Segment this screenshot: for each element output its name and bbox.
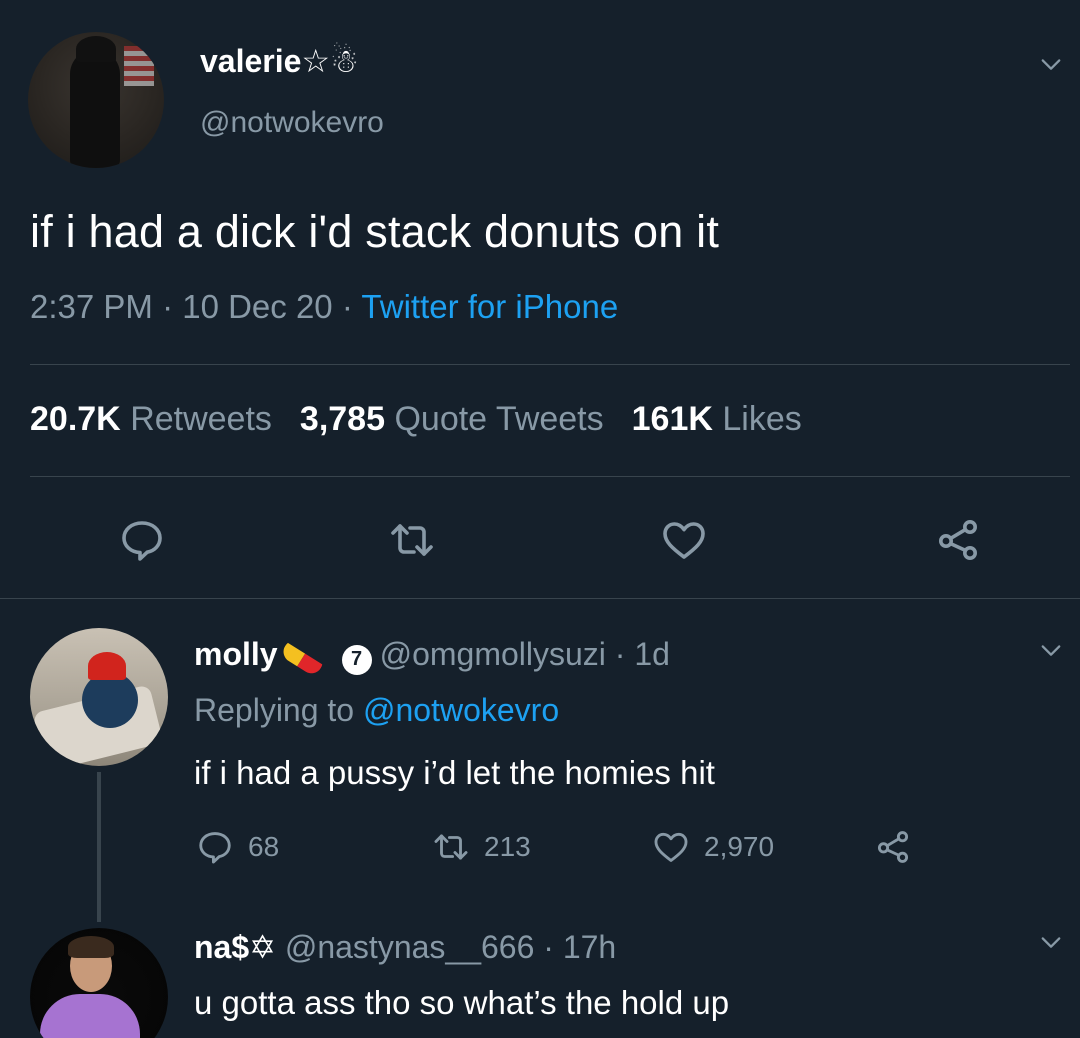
like-icon[interactable] <box>660 516 708 564</box>
reply-button[interactable]: 68 <box>196 828 279 866</box>
tweet-time-date: 2:37 PM · 10 Dec 20 · <box>30 288 353 325</box>
retweet-count: 213 <box>484 831 531 862</box>
retweet-icon[interactable] <box>388 516 436 564</box>
replying-to: Replying to @notwokevro <box>194 692 559 729</box>
retweets-label: Retweets <box>130 400 272 438</box>
likes-stat[interactable]: 161K Likes <box>632 400 830 438</box>
thread-line <box>97 772 101 922</box>
reply-header: na$✡ @nastynas__666 · 17h <box>194 928 616 966</box>
retweet-icon <box>434 834 468 860</box>
tweet-stats: 20.7K Retweets 3,785 Quote Tweets 161K Lik… <box>30 400 830 439</box>
quote-tweets-count: 3,785 <box>299 400 386 438</box>
reply-icon[interactable] <box>118 516 166 564</box>
like-icon <box>654 832 688 862</box>
divider <box>0 598 1080 599</box>
tweet-source-link[interactable]: Twitter for iPhone <box>361 288 618 325</box>
tweet-timestamp: 2:37 PM · 10 Dec 20 · Twitter for iPhone <box>30 288 618 326</box>
main-tweet-header: valerie☆☃ @notwokevro <box>28 32 1068 168</box>
share-icon <box>877 831 909 863</box>
number-badge: 7 <box>341 644 372 675</box>
quote-tweets-label: Quote Tweets <box>394 400 604 438</box>
divider <box>30 364 1070 365</box>
likes-label: Likes <box>722 400 802 438</box>
pill-emoji <box>278 636 326 678</box>
tweet-text: if i had a dick i'd stack donuts on it <box>30 206 720 257</box>
avatar[interactable] <box>30 628 168 766</box>
handle-time[interactable]: @omgmollysuzi · 1d <box>380 636 670 672</box>
reply-count: 68 <box>248 831 280 862</box>
reply-text: if i had a pussy i’d let the homies hit <box>194 754 715 791</box>
share-icon[interactable] <box>934 516 982 564</box>
retweets-stat[interactable]: 20.7K Retweets <box>30 400 300 438</box>
chevron-down-icon[interactable] <box>1040 640 1062 662</box>
share-button[interactable] <box>874 828 912 866</box>
avatar[interactable] <box>28 32 164 168</box>
display-name[interactable]: molly <box>194 636 278 672</box>
replying-to-label: Replying to <box>194 692 355 728</box>
handle[interactable]: @notwokevro <box>200 106 384 140</box>
display-name[interactable]: valerie☆☃ <box>200 42 359 80</box>
reply-header: molly 7 @omgmollysuzi · 1d <box>194 636 670 678</box>
reply-icon <box>199 832 231 864</box>
retweets-count: 20.7K <box>30 400 121 438</box>
likes-count: 161K <box>631 400 713 438</box>
avatar[interactable] <box>30 928 168 1038</box>
divider <box>30 476 1070 477</box>
like-count: 2,970 <box>704 831 775 862</box>
like-button[interactable]: 2,970 <box>652 828 774 866</box>
retweet-button[interactable]: 213 <box>432 828 531 866</box>
handle-time[interactable]: @nastynas__666 · 17h <box>285 929 616 965</box>
chevron-down-icon[interactable] <box>1040 54 1062 76</box>
reply-text: u gotta ass tho so what’s the hold up <box>194 984 730 1021</box>
display-name[interactable]: na$✡ <box>194 929 276 965</box>
quote-tweets-stat[interactable]: 3,785 Quote Tweets <box>300 400 632 438</box>
chevron-down-icon[interactable] <box>1040 932 1062 954</box>
replying-to-handle[interactable]: @notwokevro <box>363 692 559 728</box>
